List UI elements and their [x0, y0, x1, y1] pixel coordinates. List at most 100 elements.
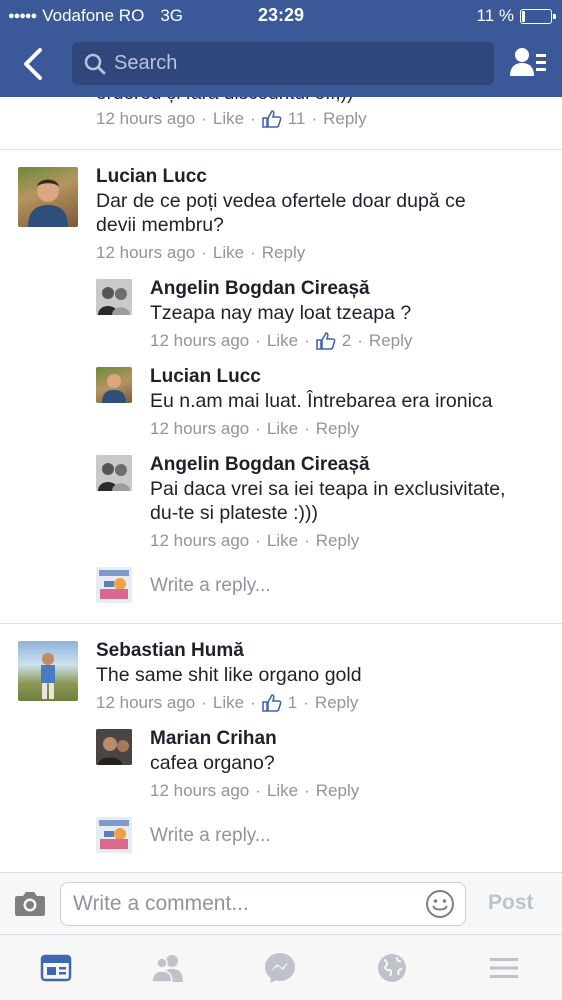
like-link[interactable]: Like	[267, 531, 298, 551]
like-link[interactable]: Like	[267, 781, 298, 801]
reply-link[interactable]: Reply	[315, 693, 358, 713]
reply-link[interactable]: Reply	[262, 243, 305, 263]
like-link[interactable]: Like	[213, 693, 244, 713]
like-count-number: 11	[287, 109, 306, 128]
write-reply-input[interactable]: Write a reply...	[150, 825, 271, 847]
avatar-angelin-bogdan-cireasa[interactable]	[96, 279, 132, 315]
commenter-name[interactable]: Angelin Bogdan Cireașă	[150, 278, 370, 300]
status-right: 11 %	[476, 6, 556, 26]
avatar-sebastian-huma[interactable]	[18, 641, 78, 701]
timestamp: 12 hours ago	[150, 419, 250, 438]
reply-meta: 12 hours ago · Like · 2 · Reply	[150, 331, 412, 351]
separator-dot: ·	[311, 109, 318, 128]
like-link[interactable]: Like	[267, 419, 298, 439]
timestamp: 12 hours ago	[150, 331, 250, 350]
search-placeholder: Search	[114, 52, 178, 74]
friends-list-icon[interactable]	[510, 46, 546, 78]
separator-dot: ·	[303, 693, 309, 712]
separator-dot: ·	[357, 331, 363, 350]
separator-dot: ·	[250, 243, 256, 262]
like-link[interactable]: Like	[213, 243, 244, 263]
battery-percentage: 11 %	[476, 6, 515, 25]
timestamp: 12 hours ago	[150, 531, 250, 550]
post-button[interactable]: Post	[488, 891, 534, 915]
commenter-name[interactable]: Sebastian Humă	[96, 640, 244, 662]
divider	[0, 623, 562, 624]
separator-dot: ·	[255, 781, 261, 800]
person-photo	[28, 179, 68, 227]
comment-meta: 12 hours ago · Like · 1 · Reply	[96, 693, 358, 713]
separator-dot: ·	[201, 693, 207, 712]
emoji-icon[interactable]	[425, 889, 455, 919]
back-arrow-icon[interactable]	[18, 46, 48, 82]
couple-photo	[96, 279, 132, 315]
comment-meta: 12 hours ago · Like · Reply	[96, 243, 305, 263]
reply-text-line: du-te si plateste :)))	[150, 502, 318, 524]
commenter-name[interactable]: Lucian Lucc	[96, 166, 207, 188]
separator-dot: ·	[201, 109, 207, 128]
reply-link[interactable]: Reply	[369, 331, 412, 351]
avatar-angelin-bogdan-cireasa[interactable]	[96, 455, 132, 491]
timestamp: 12 hours ago	[96, 243, 196, 262]
friend-requests-icon[interactable]	[151, 951, 185, 985]
user-photo	[96, 817, 132, 853]
camera-icon[interactable]	[14, 889, 46, 917]
timestamp: 12 hours ago	[150, 781, 250, 800]
reply-link[interactable]: Reply	[323, 109, 366, 129]
avatar-marian-crihan[interactable]	[96, 729, 132, 765]
couple-photo	[96, 455, 132, 491]
comments-feed[interactable]: ordered și fără discountul off;)) 12 hou…	[0, 97, 562, 872]
reply-meta: 12 hours ago · Like · Reply	[150, 531, 359, 551]
like-count-number: 1	[287, 693, 298, 712]
timestamp: 12 hours ago	[96, 693, 196, 712]
comment-text: Dar de ce poți vedea ofertele doar după …	[96, 189, 466, 237]
reply-link[interactable]: Reply	[316, 531, 359, 551]
commenter-name[interactable]: Lucian Lucc	[150, 366, 261, 388]
like-count-number: 2	[341, 331, 352, 350]
reaction-count[interactable]: 2	[315, 331, 352, 351]
search-input[interactable]: Search	[72, 42, 494, 85]
search-icon	[84, 53, 106, 74]
like-link[interactable]: Like	[213, 109, 244, 129]
messenger-icon[interactable]	[263, 951, 297, 985]
comment-composer: Write a comment... Post	[0, 872, 562, 934]
thumbs-up-icon	[261, 110, 282, 128]
separator-dot: ·	[250, 693, 256, 712]
avatar-lucian-lucc[interactable]	[18, 167, 78, 227]
person-photo	[102, 374, 126, 403]
separator-dot: ·	[255, 419, 261, 438]
battery-fill	[522, 10, 526, 22]
notifications-globe-icon[interactable]	[375, 951, 409, 985]
write-reply-input[interactable]: Write a reply...	[150, 575, 271, 597]
comment-placeholder: Write a comment...	[73, 892, 249, 915]
reply-meta: 12 hours ago · Like · Reply	[150, 781, 359, 801]
avatar-lucian-lucc[interactable]	[96, 367, 132, 403]
reaction-count[interactable]: 11	[261, 109, 306, 129]
menu-icon[interactable]	[487, 951, 521, 985]
comment-text: The same shit like organo gold	[96, 664, 362, 686]
commenter-name[interactable]: Angelin Bogdan Cireașă	[150, 454, 370, 476]
reply-meta: 12 hours ago · Like · Reply	[150, 419, 359, 439]
partial-comment-text: ordered și fără discountul off;))	[96, 97, 353, 105]
reaction-count[interactable]: 1	[261, 693, 298, 713]
thumbs-up-icon	[315, 332, 336, 350]
reply-link[interactable]: Reply	[316, 419, 359, 439]
reply-text: Tzeapa nay may loat tzeapa ?	[150, 302, 412, 324]
comment-input[interactable]: Write a comment...	[60, 882, 466, 926]
bottom-tab-bar	[0, 934, 562, 1000]
news-feed-icon[interactable]	[39, 951, 73, 985]
reply-text: Eu n.am mai luat. Întrebarea era ironica	[150, 390, 493, 412]
avatar-current-user	[96, 817, 132, 853]
like-link[interactable]: Like	[267, 331, 298, 351]
reply-text: cafea organo?	[150, 752, 275, 774]
divider	[0, 149, 562, 150]
person-photo	[96, 729, 132, 765]
reply-text-line: Pai daca vrei sa iei teapa in exclusivit…	[150, 478, 506, 500]
separator-dot: ·	[255, 531, 261, 550]
comment-text-line: Dar de ce poți vedea ofertele doar după …	[96, 190, 466, 212]
commenter-name[interactable]: Marian Crihan	[150, 728, 277, 750]
reply-link[interactable]: Reply	[316, 781, 359, 801]
comment-meta: 12 hours ago · Like · 11 · Reply	[96, 109, 367, 129]
separator-dot: ·	[304, 331, 310, 350]
user-photo	[96, 567, 132, 603]
